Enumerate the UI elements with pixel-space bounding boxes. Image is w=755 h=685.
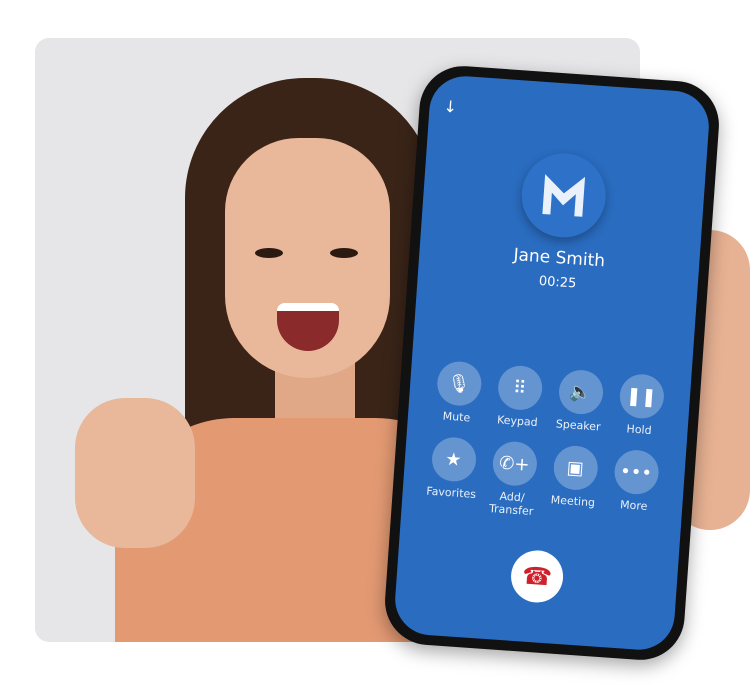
label: Add/ Transfer <box>488 489 534 519</box>
woman-face <box>225 138 390 378</box>
label: More <box>619 498 648 513</box>
add-transfer-button[interactable]: ✆+ Add/ Transfer <box>480 440 546 519</box>
meeting-button[interactable]: ▣ Meeting <box>541 444 607 523</box>
logo-icon <box>542 174 586 217</box>
speaker-button[interactable]: 🔈 Speaker <box>547 368 612 434</box>
smile <box>277 303 339 351</box>
phone: ↓ Jane Smith 00:25 🎙 Mute ⠿ Keypad 🔈 Speake… <box>382 63 722 663</box>
hang-up-icon: ☎ <box>521 561 553 592</box>
star-icon: ★ <box>430 435 478 483</box>
hold-button[interactable]: ❚❚ Hold <box>608 372 673 438</box>
label: Mute <box>442 409 471 425</box>
label: Keypad <box>496 413 539 430</box>
microphone-icon: 🎙 <box>435 360 483 408</box>
eye <box>255 248 283 258</box>
eye <box>330 248 358 258</box>
favorites-button[interactable]: ★ Favorites <box>419 435 485 514</box>
call-screen: ↓ Jane Smith 00:25 🎙 Mute ⠿ Keypad 🔈 Speake… <box>392 73 712 653</box>
add-call-icon: ✆+ <box>490 440 538 488</box>
label: Favorites <box>425 484 477 502</box>
label: Speaker <box>555 417 601 434</box>
ok-hand <box>75 398 195 548</box>
speaker-icon: 🔈 <box>557 368 605 416</box>
mute-button[interactable]: 🎙 Mute <box>426 359 491 425</box>
label: Meeting <box>550 493 596 510</box>
arrow-down-icon[interactable]: ↓ <box>443 97 458 117</box>
label: Hold <box>626 422 652 438</box>
caller-avatar <box>518 150 609 241</box>
pause-icon: ❚❚ <box>617 372 665 420</box>
more-button[interactable]: ••• More <box>602 448 668 527</box>
video-icon: ▣ <box>551 444 599 492</box>
more-icon: ••• <box>612 448 660 496</box>
keypad-icon: ⠿ <box>496 364 544 412</box>
keypad-button[interactable]: ⠿ Keypad <box>486 364 551 430</box>
end-call-button[interactable]: ☎ <box>509 548 565 605</box>
